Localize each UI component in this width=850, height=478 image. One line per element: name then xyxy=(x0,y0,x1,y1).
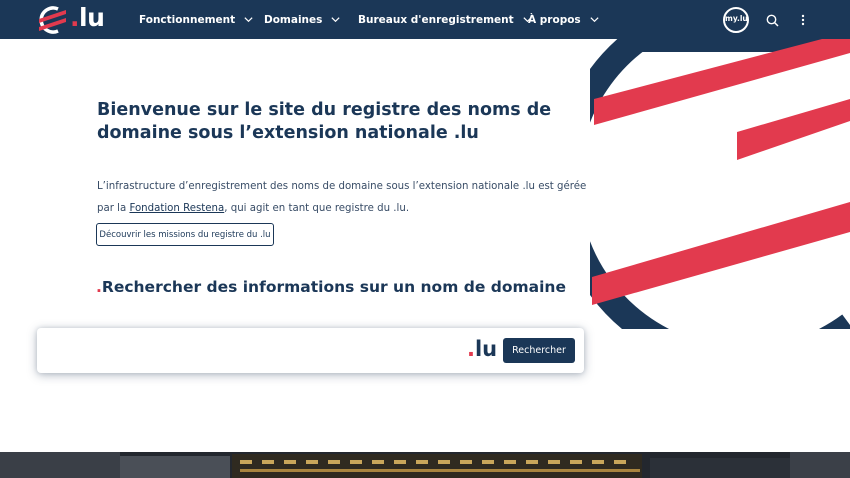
nav-domaines[interactable]: Domaines xyxy=(264,0,341,39)
lu-suffix: .lu xyxy=(467,337,497,361)
nav-fonctionnement[interactable]: Fonctionnement xyxy=(139,0,254,39)
mylu-label: my.lu xyxy=(725,14,748,23)
suffix-dot: . xyxy=(467,337,475,361)
building-photo xyxy=(0,452,850,478)
search-button[interactable]: Rechercher xyxy=(503,338,575,363)
intro-text-end: , qui agit en tant que registre du .lu. xyxy=(224,203,410,214)
more-vertical-icon[interactable] xyxy=(794,11,812,29)
chevron-down-icon xyxy=(590,17,599,23)
logo-mark-icon xyxy=(39,6,66,34)
discover-missions-button[interactable]: Découvrir les missions du registre du .l… xyxy=(96,223,274,246)
search-title-text: Rechercher des informations sur un nom d… xyxy=(101,278,566,296)
nav-bureaux[interactable]: Bureaux d'enregistrement xyxy=(358,0,533,39)
fondation-restena-link[interactable]: Fondation Restena xyxy=(129,203,224,214)
nav-label: Fonctionnement xyxy=(139,13,236,26)
nav-a-propos[interactable]: À propos xyxy=(528,0,600,39)
intro-paragraph: L’infrastructure d’enregistrement des no… xyxy=(97,176,587,220)
nav-label: Bureaux d'enregistrement xyxy=(358,13,514,26)
search-icon[interactable] xyxy=(763,11,781,29)
suffix-text: lu xyxy=(474,337,498,361)
domain-search-box: .lu Rechercher xyxy=(37,328,584,373)
search-section-title: .Rechercher des informations sur un nom … xyxy=(96,278,566,296)
logo-text: .lu xyxy=(70,3,105,32)
domain-search-input[interactable] xyxy=(47,336,467,366)
nav-label: À propos xyxy=(528,13,581,26)
site-logo[interactable]: .lu xyxy=(36,3,105,34)
decorative-lu-graphic xyxy=(590,39,850,329)
chevron-down-icon xyxy=(244,17,253,23)
page-title: Bienvenue sur le site du registre des no… xyxy=(97,100,552,143)
top-navigation-bar: .lu Fonctionnement Domaines Bureaux d'en… xyxy=(0,0,850,39)
chevron-down-icon xyxy=(331,17,340,23)
nav-label: Domaines xyxy=(264,13,323,26)
mylu-icon[interactable]: my.lu xyxy=(723,7,749,33)
